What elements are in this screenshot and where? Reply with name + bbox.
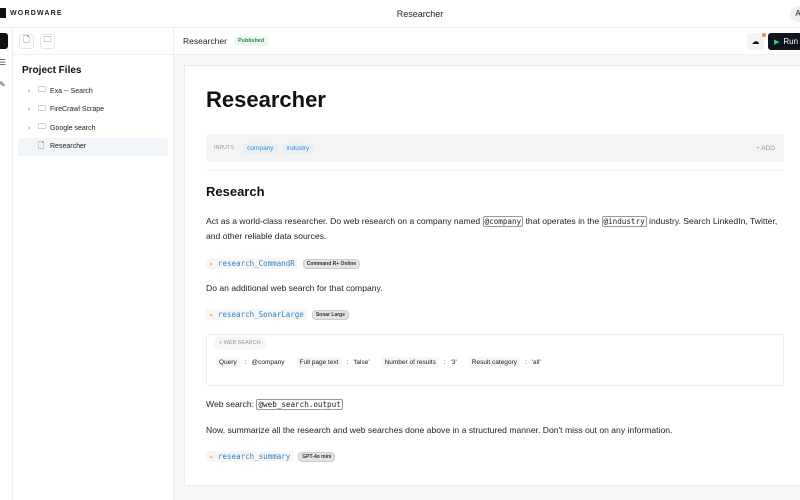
generation-block[interactable]: ✦ research_SonarLarge Sonar Large: [206, 309, 350, 320]
folder-icon: 🗀: [38, 103, 46, 113]
generation-name: research_SonarLarge: [218, 310, 304, 319]
sparkle-icon: ✦: [209, 452, 214, 461]
file-tree: › 🗀 Exa -- Search › 🗀 FireCrawl Scrape › 🗀 Goo…: [13, 82, 173, 156]
param[interactable]: Query: @company: [216, 357, 285, 368]
tree-item-file[interactable]: 🗋 Researcher: [18, 137, 168, 156]
param-key: Result category: [468, 357, 520, 368]
tree-item-label: FireCrawl Scrape: [50, 106, 105, 114]
top-bar: WORDWARE Researcher A: [0, 0, 800, 28]
tree-item-label: Google search: [50, 124, 96, 132]
web-search-header: ⌕ WEB SEARCH: [214, 337, 266, 350]
model-badge: Command R+ Online: [302, 258, 361, 269]
chevron-right-icon: ›: [28, 87, 31, 95]
param-value[interactable]: 'all': [532, 359, 541, 366]
sparkle-icon: ✦: [209, 259, 214, 268]
tree-item-label: Exa -- Search: [50, 87, 93, 95]
home-icon[interactable]: [0, 33, 8, 49]
chevron-right-icon: ›: [28, 124, 31, 132]
sidebar: 🗋 🗀 Project Files › 🗀 Exa -- Search › 🗀 Fire…: [13, 28, 174, 500]
notification-dot: [762, 33, 766, 37]
avatar[interactable]: A: [790, 6, 800, 22]
section-heading[interactable]: Research: [206, 184, 265, 199]
param-value[interactable]: @company: [252, 359, 285, 366]
list-icon[interactable]: ☰: [0, 58, 6, 67]
search-icon: ⌕: [219, 340, 223, 346]
input-chip[interactable]: industry: [282, 142, 314, 154]
paragraph[interactable]: Act as a world-class researcher. Do web …: [206, 214, 784, 244]
folder-icon: 🗀: [38, 122, 46, 132]
tree-item-folder[interactable]: › 🗀 Exa -- Search: [18, 82, 168, 101]
main-header: Researcher Published ☁ ▶ Run: [174, 28, 800, 55]
add-label: ADD: [761, 144, 775, 152]
input-chip[interactable]: company: [243, 142, 278, 154]
run-label: Run: [783, 37, 799, 46]
paragraph[interactable]: Now, summarize all the research and web …: [206, 423, 784, 438]
web-search-block[interactable]: ⌕ WEB SEARCH Query: @company Full page te…: [206, 334, 784, 386]
generation-block[interactable]: ✦ research_summary GPT-4o mini: [206, 451, 336, 462]
new-file-icon[interactable]: 🗋: [19, 33, 34, 49]
app-title: Researcher: [396, 9, 444, 19]
web-search-params: Query: @company Full page text:'false' Nu…: [216, 357, 541, 368]
chevron-right-icon: ›: [28, 106, 31, 114]
tree-item-folder[interactable]: › 🗀 Google search: [18, 119, 168, 138]
model-badge: Sonar Large: [311, 309, 350, 320]
param-value[interactable]: 'false': [353, 359, 369, 366]
variable-mention[interactable]: @web_search.output: [256, 399, 343, 410]
play-icon: ▶: [774, 38, 780, 46]
file-icon: 🗋: [38, 140, 45, 150]
add-input-button[interactable]: + ADD: [756, 145, 775, 152]
tree-item-folder[interactable]: › 🗀 FireCrawl Scrape: [18, 101, 168, 120]
divider: [206, 170, 784, 171]
tree-item-label: Researcher: [50, 143, 87, 151]
paragraph[interactable]: Web search: @web_search.output: [206, 397, 784, 412]
param[interactable]: Full page text:'false': [296, 357, 370, 368]
new-folder-icon[interactable]: 🗀: [40, 33, 55, 49]
paragraph[interactable]: Do an additional web search for that com…: [206, 281, 784, 296]
variable-mention[interactable]: @company: [482, 216, 524, 227]
param[interactable]: Number of results: '3': [381, 357, 457, 368]
generation-block[interactable]: ✦ research_CommandR Command R+ Online: [206, 258, 361, 269]
param[interactable]: Result category:'all': [468, 357, 541, 368]
inputs-label: INPUTS: [214, 145, 235, 151]
model-badge: GPT-4o mini: [298, 451, 336, 462]
inputs-bar: INPUTS company industry + ADD: [206, 134, 784, 162]
param-key: Number of results: [381, 357, 439, 368]
sidebar-toolbar: 🗋 🗀: [13, 28, 173, 55]
pen-icon[interactable]: ✎: [0, 80, 6, 89]
folder-icon: 🗀: [38, 85, 46, 95]
generation-name: research_CommandR: [218, 259, 295, 268]
param-value[interactable]: '3': [451, 359, 457, 366]
run-button[interactable]: ▶ Run: [768, 33, 800, 50]
icon-rail: ☰ ✎: [0, 28, 13, 500]
editor-card: Researcher INPUTS company industry + ADD…: [184, 65, 800, 486]
project-files-heading: Project Files: [22, 65, 82, 76]
sparkle-icon: ✦: [209, 310, 214, 319]
doc-title[interactable]: Researcher: [206, 87, 326, 113]
generation-name: research_summary: [218, 452, 291, 461]
status-badge: Published: [233, 36, 269, 46]
param-key: Query: [216, 357, 240, 368]
web-search-label: WEB SEARCH: [223, 340, 261, 346]
document-title: Researcher: [183, 36, 227, 46]
param-key: Full page text: [296, 357, 342, 368]
variable-mention[interactable]: @industry: [601, 216, 647, 227]
